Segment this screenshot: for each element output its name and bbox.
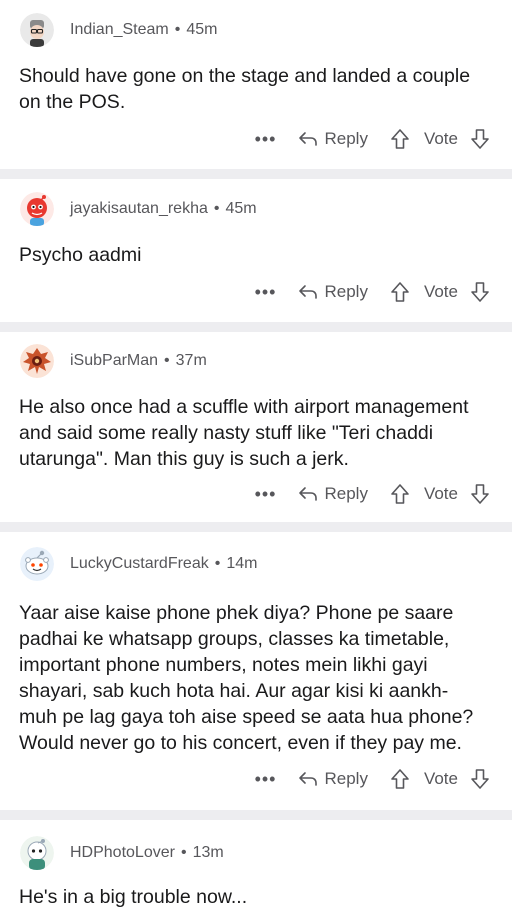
- more-options-button[interactable]: •••: [255, 769, 277, 790]
- comment-actions: ••• Reply Vote: [18, 756, 494, 802]
- comment-body: Should have gone on the stage and landed…: [19, 65, 471, 113]
- timestamp: 45m: [186, 21, 218, 38]
- vote-label: Vote: [423, 282, 458, 301]
- comment-header: LuckyCustardFreak • 14m: [18, 538, 494, 590]
- comment: jayakisautan_rekha • 45m Psycho aadmi ••…: [0, 179, 512, 316]
- timestamp: 45m: [225, 200, 257, 217]
- comment-body: He also once had a scuffle with airport …: [19, 396, 469, 470]
- reply-label: Reply: [324, 769, 368, 788]
- comment: Indian_Steam • 45m Should have gone on t…: [0, 0, 512, 163]
- comment-header: jayakisautan_rekha • 45m: [18, 184, 494, 234]
- username[interactable]: iSubParMan: [70, 352, 158, 370]
- reply-arrow-icon: [299, 772, 318, 786]
- reply-button[interactable]: Reply: [298, 484, 368, 504]
- upvote-arrow-icon[interactable]: [390, 483, 410, 505]
- timestamp: 37m: [175, 352, 207, 369]
- username[interactable]: HDPhotoLover: [70, 844, 175, 862]
- upvote-arrow-icon[interactable]: [390, 281, 410, 303]
- avatar[interactable]: [20, 344, 54, 378]
- avatar[interactable]: [20, 547, 54, 581]
- timestamp: 14m: [226, 555, 258, 572]
- comment-actions: ••• Reply Vote: [18, 115, 494, 163]
- comment-divider: [0, 810, 512, 820]
- separator-dot: •: [214, 555, 221, 572]
- comment-feed: Indian_Steam • 45m Should have gone on t…: [0, 0, 512, 910]
- vote-control: Vote: [390, 128, 490, 150]
- username[interactable]: LuckyCustardFreak: [70, 555, 209, 573]
- comment-body: He's in a big trouble now...: [19, 886, 248, 908]
- username[interactable]: Indian_Steam: [70, 21, 169, 39]
- comment-divider: [0, 322, 512, 332]
- avatar[interactable]: [20, 13, 54, 47]
- comment-body: Psycho aadmi: [19, 244, 142, 266]
- comment-header: iSubParMan • 37m: [18, 336, 494, 386]
- comment-divider: [0, 522, 512, 532]
- upvote-arrow-icon[interactable]: [390, 768, 410, 790]
- upvote-arrow-icon[interactable]: [390, 128, 410, 150]
- reply-arrow-icon: [299, 285, 318, 299]
- comment: HDPhotoLover • 13m He's in a big trouble…: [0, 820, 512, 910]
- comment-body: Yaar aise kaise phone phek diya? Phone p…: [19, 602, 474, 754]
- separator-dot: •: [174, 21, 181, 38]
- vote-control: Vote: [390, 483, 490, 505]
- vote-label: Vote: [423, 769, 458, 788]
- reply-button[interactable]: Reply: [298, 282, 368, 302]
- separator-dot: •: [213, 200, 220, 217]
- more-options-button[interactable]: •••: [255, 484, 277, 505]
- reply-label: Reply: [324, 129, 368, 148]
- comment: iSubParMan • 37m He also once had a scuf…: [0, 332, 512, 516]
- downvote-arrow-icon[interactable]: [470, 128, 490, 150]
- downvote-arrow-icon[interactable]: [470, 483, 490, 505]
- avatar-icon: [20, 547, 54, 581]
- reply-button[interactable]: Reply: [298, 129, 368, 149]
- comment-header: HDPhotoLover • 13m: [18, 828, 494, 878]
- separator-dot: •: [180, 844, 187, 861]
- reply-label: Reply: [324, 282, 368, 301]
- more-options-button[interactable]: •••: [255, 282, 277, 303]
- comment-header: Indian_Steam • 45m: [18, 5, 494, 55]
- avatar-icon: [20, 344, 54, 378]
- comment-actions: ••• Reply Vote: [18, 472, 494, 516]
- username[interactable]: jayakisautan_rekha: [70, 200, 208, 218]
- comment-actions: ••• Reply Vote: [18, 268, 494, 316]
- vote-label: Vote: [423, 129, 458, 148]
- timestamp: 13m: [192, 844, 224, 861]
- comment-divider: [0, 169, 512, 179]
- comment: LuckyCustardFreak • 14m Yaar aise kaise …: [0, 532, 512, 802]
- reply-label: Reply: [324, 484, 368, 503]
- downvote-arrow-icon[interactable]: [470, 768, 490, 790]
- vote-control: Vote: [390, 281, 490, 303]
- avatar-icon: [20, 192, 54, 226]
- avatar[interactable]: [20, 836, 54, 870]
- more-options-button[interactable]: •••: [255, 129, 277, 150]
- reply-arrow-icon: [299, 132, 318, 146]
- vote-label: Vote: [423, 484, 458, 503]
- separator-dot: •: [164, 352, 170, 369]
- reply-arrow-icon: [299, 487, 318, 501]
- avatar-icon: [20, 13, 54, 47]
- reply-button[interactable]: Reply: [298, 769, 368, 789]
- downvote-arrow-icon[interactable]: [470, 281, 490, 303]
- avatar-icon: [20, 836, 54, 870]
- vote-control: Vote: [390, 768, 490, 790]
- avatar[interactable]: [20, 192, 54, 226]
